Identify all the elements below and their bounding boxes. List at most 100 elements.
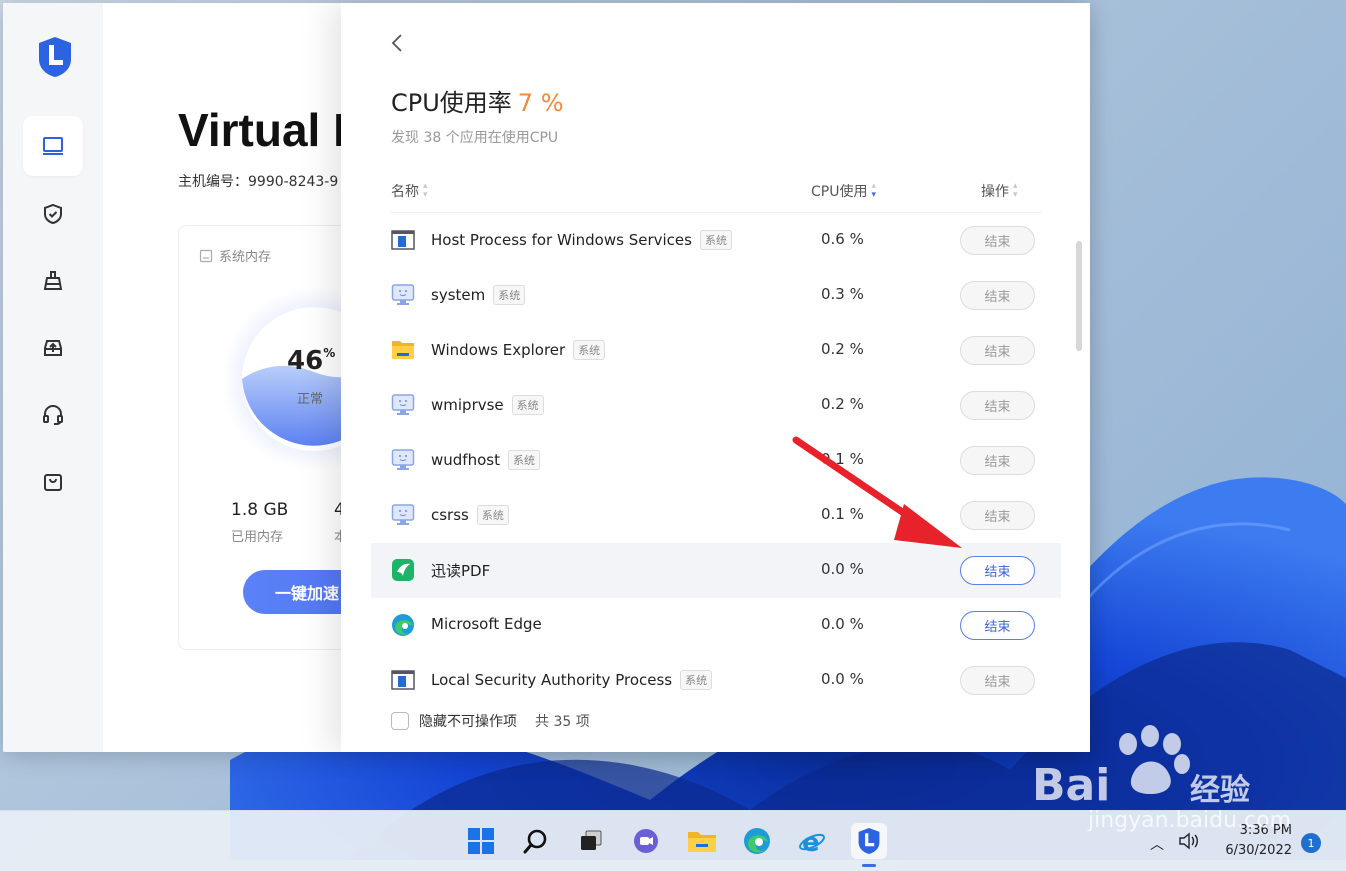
system-badge: 系统	[511, 395, 544, 415]
memory-used-value: 1.8 GB	[231, 500, 289, 520]
system-badge: 系统	[573, 340, 606, 360]
process-row[interactable]: Host Process for Windows Services 系统 0.6 %…	[371, 213, 1061, 268]
memory-card-label: 系统内存	[219, 250, 272, 265]
sort-icon: ▴ ▾	[423, 181, 428, 200]
cpu-usage-title: CPU使用率 7 %	[391, 89, 564, 117]
edge-icon[interactable]	[739, 823, 775, 859]
process-name-cell: wmiprvse 系统	[431, 395, 544, 415]
scrollbar[interactable]	[1076, 241, 1082, 351]
cpu-usage-subtitle: 发现 38 个应用在使用CPU	[391, 130, 559, 146]
process-cpu: 0.3 %	[821, 285, 864, 303]
folder-icon	[391, 338, 415, 362]
monitor-face-icon	[391, 393, 415, 417]
back-chevron-icon[interactable]	[389, 31, 405, 55]
process-name-cell: 迅读PDF	[431, 560, 490, 581]
hide-inoperable-label: 隐藏不可操作项	[419, 714, 517, 730]
column-name-header[interactable]: 名称 ▴ ▾	[391, 181, 428, 201]
svg-text:Bai: Bai	[1032, 760, 1110, 811]
volume-icon[interactable]	[1178, 831, 1200, 851]
sort-desc-icon: ▴ ▾	[871, 181, 876, 200]
process-cpu: 0.0 %	[821, 670, 864, 688]
nav-shopping-bag-icon[interactable]	[23, 452, 83, 512]
process-name: wmiprvse	[431, 396, 504, 414]
process-cpu: 0.0 %	[821, 560, 864, 578]
end-process-button[interactable]: 结束	[960, 281, 1035, 310]
end-process-button[interactable]: 结束	[960, 556, 1035, 585]
app-logo-icon	[39, 37, 71, 77]
monitor-face-icon	[391, 448, 415, 472]
process-list: Host Process for Windows Services 系统 0.6 %…	[371, 213, 1061, 695]
teams-chat-icon[interactable]	[628, 823, 664, 859]
file-explorer-icon[interactable]	[684, 823, 720, 859]
end-process-button[interactable]: 结束	[960, 611, 1035, 640]
system-badge: 系统	[493, 285, 526, 305]
ie-icon[interactable]: e	[794, 823, 830, 859]
svg-text:e: e	[802, 828, 820, 856]
column-cpu-header[interactable]: CPU使用 ▴ ▾	[811, 181, 876, 201]
hide-inoperable-checkbox[interactable]	[391, 712, 409, 730]
process-cpu: 0.2 %	[821, 340, 864, 358]
xundu-pdf-icon	[391, 558, 415, 582]
page-title: Virtual I	[178, 104, 346, 156]
monitor-face-icon	[391, 283, 415, 307]
process-row[interactable]: Microsoft Edge 0.0 % 结束	[371, 598, 1061, 653]
process-row[interactable]: wudfhost 系统 0.1 % 结束	[371, 433, 1061, 488]
nav-shield-check-icon[interactable]	[23, 184, 83, 244]
end-process-button[interactable]: 结束	[960, 666, 1035, 695]
process-name: Host Process for Windows Services	[431, 231, 692, 249]
sort-icon: ▴ ▾	[1013, 181, 1018, 200]
end-process-button[interactable]: 结束	[960, 336, 1035, 365]
end-process-button[interactable]: 结束	[960, 501, 1035, 530]
process-name: csrss	[431, 506, 469, 524]
process-name: Windows Explorer	[431, 341, 566, 359]
table-header: 名称 ▴ ▾ CPU使用 ▴ ▾ 操作 ▴ ▾	[391, 181, 1041, 213]
system-badge: 系统	[680, 670, 713, 690]
end-process-button[interactable]: 结束	[960, 446, 1035, 475]
process-name: wudfhost	[431, 451, 500, 469]
process-row[interactable]: wmiprvse 系统 0.2 % 结束	[371, 378, 1061, 433]
system-badge: 系统	[507, 450, 540, 470]
process-row[interactable]: Local Security Authority Process 系统 0.0 % 结…	[371, 653, 1061, 708]
cpu-usage-percent: 7 %	[517, 89, 564, 117]
clock-date[interactable]: 6/30/2022	[1212, 843, 1292, 858]
process-name-cell: Microsoft Edge	[431, 615, 542, 633]
nav-cleaner-icon[interactable]	[23, 251, 83, 311]
list-footer: 隐藏不可操作项 共 35 项	[391, 711, 590, 731]
lenovo-pc-manager-icon[interactable]	[851, 823, 887, 859]
end-process-button[interactable]: 结束	[960, 226, 1035, 255]
process-name-cell: Local Security Authority Process 系统	[431, 670, 713, 690]
process-cpu: 0.2 %	[821, 395, 864, 413]
nav-computer-icon[interactable]	[23, 116, 83, 176]
process-row[interactable]: csrss 系统 0.1 % 结束	[371, 488, 1061, 543]
process-cpu: 0.6 %	[821, 230, 864, 248]
process-name: Local Security Authority Process	[431, 671, 673, 689]
edge-icon	[391, 613, 415, 637]
column-action-header[interactable]: 操作 ▴ ▾	[981, 181, 1018, 201]
process-cpu: 0.1 %	[821, 505, 864, 523]
process-row[interactable]: Windows Explorer 系统 0.2 % 结束	[371, 323, 1061, 378]
cpu-usage-panel: CPU使用率 7 % 发现 38 个应用在使用CPU 名称 ▴ ▾ CPU使用 ▴ ▾…	[341, 3, 1090, 752]
process-name: Microsoft Edge	[431, 615, 542, 633]
process-name: system	[431, 286, 486, 304]
sidebar	[3, 3, 103, 752]
nav-upload-tray-icon[interactable]	[23, 318, 83, 378]
window-icon	[391, 668, 415, 692]
notification-badge[interactable]: 1	[1301, 833, 1321, 853]
process-name: 迅读PDF	[431, 562, 491, 580]
windows-start-icon[interactable]	[463, 823, 499, 859]
task-view-icon[interactable]	[573, 823, 609, 859]
memory-icon	[199, 249, 213, 262]
process-row[interactable]: system 系统 0.3 % 结束	[371, 268, 1061, 323]
nav-headset-icon[interactable]	[23, 385, 83, 445]
search-icon[interactable]	[518, 823, 554, 859]
item-count: 共 35 项	[535, 714, 590, 730]
process-name-cell: Windows Explorer 系统	[431, 340, 606, 360]
chevron-up-icon[interactable]: ︿	[1150, 834, 1164, 854]
end-process-button[interactable]: 结束	[960, 391, 1035, 420]
process-name-cell: csrss 系统	[431, 505, 509, 525]
monitor-face-icon	[391, 503, 415, 527]
memory-card-title: 系统内存	[199, 246, 271, 265]
system-badge: 系统	[476, 505, 509, 525]
process-row[interactable]: 迅读PDF 0.0 % 结束	[371, 543, 1061, 598]
window-icon	[391, 228, 415, 252]
